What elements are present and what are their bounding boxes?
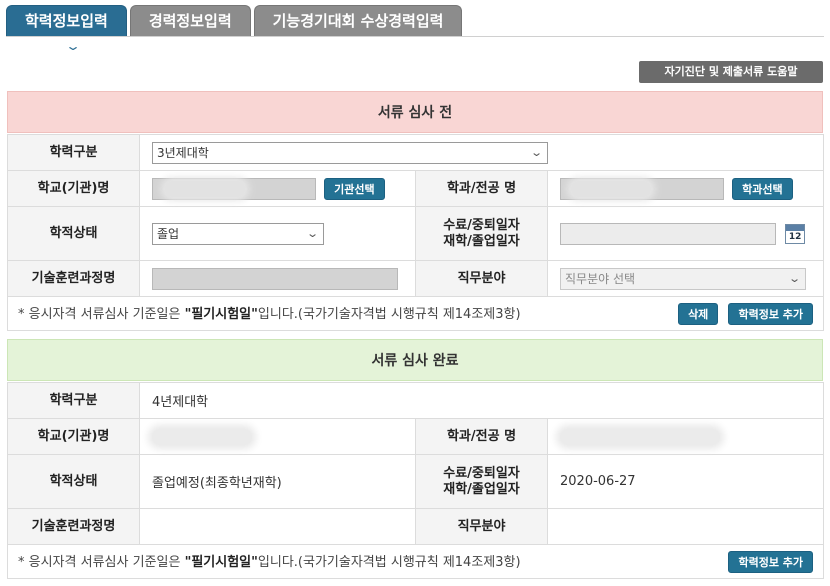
- job-field-label: 직무분야: [415, 508, 548, 545]
- calendar-icon[interactable]: 12: [785, 223, 806, 244]
- active-tab-chevron-icon: ⌄: [64, 39, 82, 53]
- training-course-label: 기술훈련과정명: [7, 260, 140, 297]
- date-label-line-2: 재학/졸업일자: [443, 233, 520, 249]
- date-value: 2020-06-27: [546, 454, 825, 509]
- edu-type-value: 4년제대학: [138, 382, 825, 419]
- school-name-input[interactable]: [152, 177, 316, 200]
- job-field-value: [546, 508, 825, 545]
- select-institution-button[interactable]: 기관선택: [324, 177, 385, 200]
- date-label-line-2: 재학/졸업일자: [443, 481, 520, 497]
- pending-education-form: 학력구분 3년제대학 ⌄ 학교(기관)명 기관선택 학과/전공 명 학과선택 학…: [6, 134, 825, 331]
- tab-education-info[interactable]: 학력정보입력: [6, 5, 127, 37]
- major-name-input[interactable]: [560, 177, 724, 200]
- school-label: 학교(기관)명: [7, 418, 140, 455]
- tab-bar: 학력정보입력 경력정보입력 기능경기대회 수상경력입력: [6, 5, 465, 37]
- date-label: 수료/중퇴일자 재학/졸업일자: [415, 206, 548, 261]
- date-label-line-1: 수료/중퇴일자: [443, 217, 520, 233]
- job-field-label: 직무분야: [415, 260, 548, 297]
- redacted-school-name: [152, 428, 252, 445]
- chevron-down-icon: ⌄: [529, 145, 543, 159]
- chevron-down-icon: ⌄: [787, 271, 801, 285]
- job-field-placeholder: 직무분야 선택: [565, 271, 636, 286]
- edu-type-selected-value: 3년제대학: [157, 145, 209, 160]
- edu-type-label: 학력구분: [7, 382, 140, 419]
- status-label: 학적상태: [7, 454, 140, 509]
- completed-education-record: 학력구분 4년제대학 학교(기관)명 학과/전공 명 학적상태 졸업예정(최종학…: [6, 382, 825, 579]
- status-label: 학적상태: [7, 206, 140, 261]
- edu-type-label: 학력구분: [7, 134, 140, 171]
- help-button[interactable]: 자기진단 및 제출서류 도움말: [639, 61, 823, 83]
- add-education-button[interactable]: 학력정보 추가: [728, 550, 814, 573]
- redacted-major-name: [571, 180, 651, 197]
- delete-button[interactable]: 삭제: [678, 302, 719, 325]
- tab-career-info[interactable]: 경력정보입력: [129, 5, 251, 37]
- pending-review-header: 서류 심사 전: [7, 91, 823, 133]
- job-field-select[interactable]: 직무분야 선택 ⌄: [560, 267, 806, 290]
- training-course-value: [139, 508, 416, 545]
- chevron-down-icon: ⌄: [305, 226, 319, 240]
- tab-competition-award-info[interactable]: 기능경기대회 수상경력입력: [253, 5, 463, 37]
- school-label: 학교(기관)명: [7, 170, 140, 207]
- academic-status-select[interactable]: 졸업 ⌄: [152, 222, 324, 245]
- review-date-note: * 응시자격 서류심사 기준일은 "필기시험일"입니다.(국가기술자격법 시행규…: [6, 544, 825, 579]
- date-label: 수료/중퇴일자 재학/졸업일자: [415, 454, 548, 509]
- training-course-label: 기술훈련과정명: [7, 508, 140, 545]
- major-label: 학과/전공 명: [415, 418, 548, 455]
- completed-review-header: 서류 심사 완료: [7, 339, 823, 381]
- add-education-button[interactable]: 학력정보 추가: [728, 302, 814, 325]
- redacted-school-name: [165, 180, 245, 197]
- major-label: 학과/전공 명: [415, 170, 548, 207]
- academic-status-value: 졸업예정(최종학년재학): [139, 454, 416, 509]
- review-date-note: * 응시자격 서류심사 기준일은 "필기시험일"입니다.(국가기술자격법 시행규…: [6, 296, 825, 331]
- redacted-major-name: [560, 428, 720, 445]
- select-major-button[interactable]: 학과선택: [732, 177, 793, 200]
- training-course-input[interactable]: [152, 267, 398, 290]
- date-input[interactable]: [560, 222, 776, 245]
- date-label-line-1: 수료/중퇴일자: [443, 465, 520, 481]
- academic-status-selected-value: 졸업: [157, 226, 180, 241]
- tab-underline: [6, 36, 824, 37]
- edu-type-select[interactable]: 3년제대학 ⌄: [152, 141, 548, 164]
